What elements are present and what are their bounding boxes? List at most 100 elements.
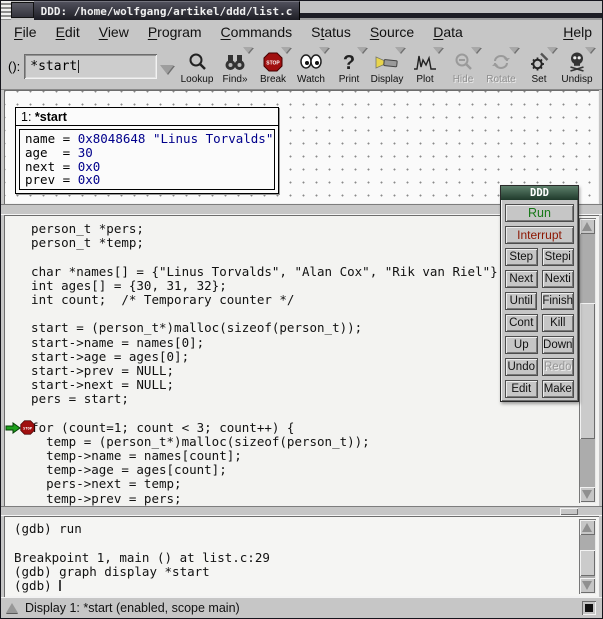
dropdown-arrow-icon[interactable] — [433, 47, 443, 53]
source-line[interactable] — [16, 307, 575, 321]
step-button[interactable]: Step — [505, 248, 538, 266]
window-menu-button[interactable] — [11, 2, 34, 18]
interrupt-button[interactable]: Interrupt — [505, 226, 574, 244]
console-line: (gdb) run — [14, 522, 575, 536]
finish-button[interactable]: Finish — [541, 292, 574, 310]
toolbar-button-find[interactable]: Find» — [216, 46, 254, 86]
make-button[interactable]: Make — [542, 380, 575, 398]
toolbar-button-watch[interactable]: Watch — [292, 46, 330, 86]
menu-help[interactable]: Help — [563, 24, 592, 40]
menu-program[interactable]: Program — [148, 24, 202, 40]
source-line[interactable]: temp = (person_t*)malloc(sizeof(person_t… — [16, 435, 575, 449]
field-label: age = — [25, 145, 78, 160]
console-prompt-line[interactable]: (gdb) — [14, 579, 575, 593]
source-line[interactable]: start->prev = NULL; — [16, 364, 575, 378]
dropdown-arrow-icon[interactable] — [547, 47, 557, 53]
source-line[interactable]: char *names[] = {"Linus Torvalds", "Alan… — [16, 265, 575, 279]
status-expand-icon[interactable] — [6, 603, 18, 613]
source-line[interactable]: start->next = NULL; — [16, 378, 575, 392]
source-line[interactable]: pers = start; — [16, 392, 575, 406]
dropdown-arrow-icon[interactable] — [585, 47, 595, 53]
toolbar-button-undisp[interactable]: Undisp — [558, 46, 596, 86]
gdb-console-pane[interactable]: (gdb) run Breakpoint 1, main () at list.… — [4, 516, 599, 597]
source-line[interactable] — [16, 250, 575, 264]
dropdown-arrow-icon[interactable] — [281, 47, 291, 53]
down-button[interactable]: Down — [542, 336, 575, 354]
menu-file[interactable]: File — [14, 24, 37, 40]
source-line[interactable]: person_t *pers; — [16, 222, 575, 236]
toolbar-button-plot[interactable]: Plot — [406, 46, 444, 86]
menu-edit[interactable]: Edit — [56, 24, 80, 40]
sash-grip[interactable] — [560, 508, 578, 515]
source-line-current[interactable]: for (count=1; count < 3; count++) { — [16, 421, 575, 435]
scroll-up-icon[interactable] — [580, 219, 595, 234]
combo-dropdown-icon[interactable] — [160, 65, 174, 74]
scroll-down-icon[interactable] — [580, 578, 595, 593]
toolbar-button-break[interactable]: STOP Break — [254, 46, 292, 86]
undo-button[interactable]: Undo — [505, 358, 538, 376]
source-line[interactable]: temp->name = names[count]; — [16, 449, 575, 463]
dropdown-arrow-icon[interactable] — [243, 47, 253, 53]
breakpoint-icon[interactable]: STOP — [20, 420, 35, 438]
next-button[interactable]: Next — [505, 270, 538, 288]
toolbar-button-hide: Hide — [444, 46, 482, 86]
menu-status[interactable]: Status — [311, 24, 351, 40]
source-line[interactable]: person_t *temp; — [16, 236, 575, 250]
source-line[interactable]: start = (person_t*)malloc(sizeof(person_… — [16, 321, 575, 335]
command-tool-panel[interactable]: DDD Run Interrupt StepStepi NextNexti Un… — [500, 185, 579, 402]
command-tool-titlebar[interactable]: DDD — [501, 186, 578, 200]
source-line[interactable]: pers->next = temp; — [16, 477, 575, 491]
dropdown-arrow-icon[interactable] — [395, 47, 405, 53]
text-cursor — [78, 60, 79, 73]
toolbar-button-set[interactable]: Set — [520, 46, 558, 86]
stepi-button[interactable]: Stepi — [542, 248, 575, 266]
until-button[interactable]: Until — [505, 292, 537, 310]
nexti-button[interactable]: Nexti — [542, 270, 575, 288]
source-line[interactable]: temp->age = ages[count]; — [16, 463, 575, 477]
toolbar-button-label: Rotate — [486, 73, 515, 86]
cont-button[interactable]: Cont — [505, 314, 538, 332]
dropdown-arrow-icon[interactable] — [319, 47, 329, 53]
menu-view[interactable]: View — [99, 24, 129, 40]
source-line[interactable]: temp->prev = pers; — [16, 492, 575, 506]
run-button[interactable]: Run — [505, 204, 574, 222]
source-line[interactable]: start->name = names[0]; — [16, 336, 575, 350]
dropdown-arrow-icon[interactable] — [357, 47, 367, 53]
command-tool-body: Run Interrupt StepStepi NextNexti UntilF… — [501, 200, 578, 401]
source-line[interactable]: start->age = ages[0]; — [16, 350, 575, 364]
menu-data[interactable]: Data — [433, 24, 463, 40]
kill-button[interactable]: Kill — [542, 314, 575, 332]
menu-commands[interactable]: Commands — [221, 24, 293, 40]
window-resize-grip[interactable] — [1, 1, 11, 20]
source-scrollbar[interactable] — [579, 218, 596, 503]
plot-graph-icon — [413, 50, 437, 73]
svg-text:STOP: STOP — [266, 60, 280, 66]
toolbar-button-lookup[interactable]: Lookup — [178, 46, 216, 86]
menu-label: F — [14, 24, 23, 40]
scrollbar-thumb[interactable] — [580, 550, 595, 576]
field-row[interactable]: age = 30 — [25, 146, 269, 160]
display-box-start[interactable]: 1: *start name = 0x8048648 "Linus Torval… — [15, 107, 279, 194]
source-line[interactable]: int ages[] = {30, 31, 32}; — [16, 279, 575, 293]
edit-button[interactable]: Edit — [505, 380, 538, 398]
pane-separator — [1, 506, 602, 516]
gdb-console[interactable]: (gdb) run Breakpoint 1, main () at list.… — [4, 516, 599, 593]
scrollbar-thumb[interactable] — [580, 303, 595, 439]
scroll-down-icon[interactable] — [580, 487, 595, 502]
field-row[interactable]: prev = 0x0 — [25, 173, 269, 187]
menubar: File Edit View Program Commands Status S… — [1, 20, 602, 43]
field-row[interactable]: name = 0x8048648 "Linus Torvalds" — [25, 132, 269, 146]
scroll-up-icon[interactable] — [580, 520, 595, 535]
console-scrollbar[interactable] — [579, 519, 596, 594]
menu-source[interactable]: Source — [370, 24, 414, 40]
display-box-title[interactable]: 1: *start — [16, 108, 278, 126]
field-row[interactable]: next = 0x0 — [25, 160, 269, 174]
display-box-fields[interactable]: name = 0x8048648 "Linus Torvalds" age = … — [19, 129, 275, 190]
skull-icon — [567, 50, 587, 73]
argument-input[interactable]: *start — [24, 54, 157, 79]
toolbar-button-display[interactable]: Display — [368, 46, 406, 86]
toolbar-button-print[interactable]: ? Print — [330, 46, 368, 86]
source-line[interactable] — [16, 406, 575, 420]
up-button[interactable]: Up — [505, 336, 538, 354]
source-line[interactable]: int count; /* Temporary counter */ — [16, 293, 575, 307]
